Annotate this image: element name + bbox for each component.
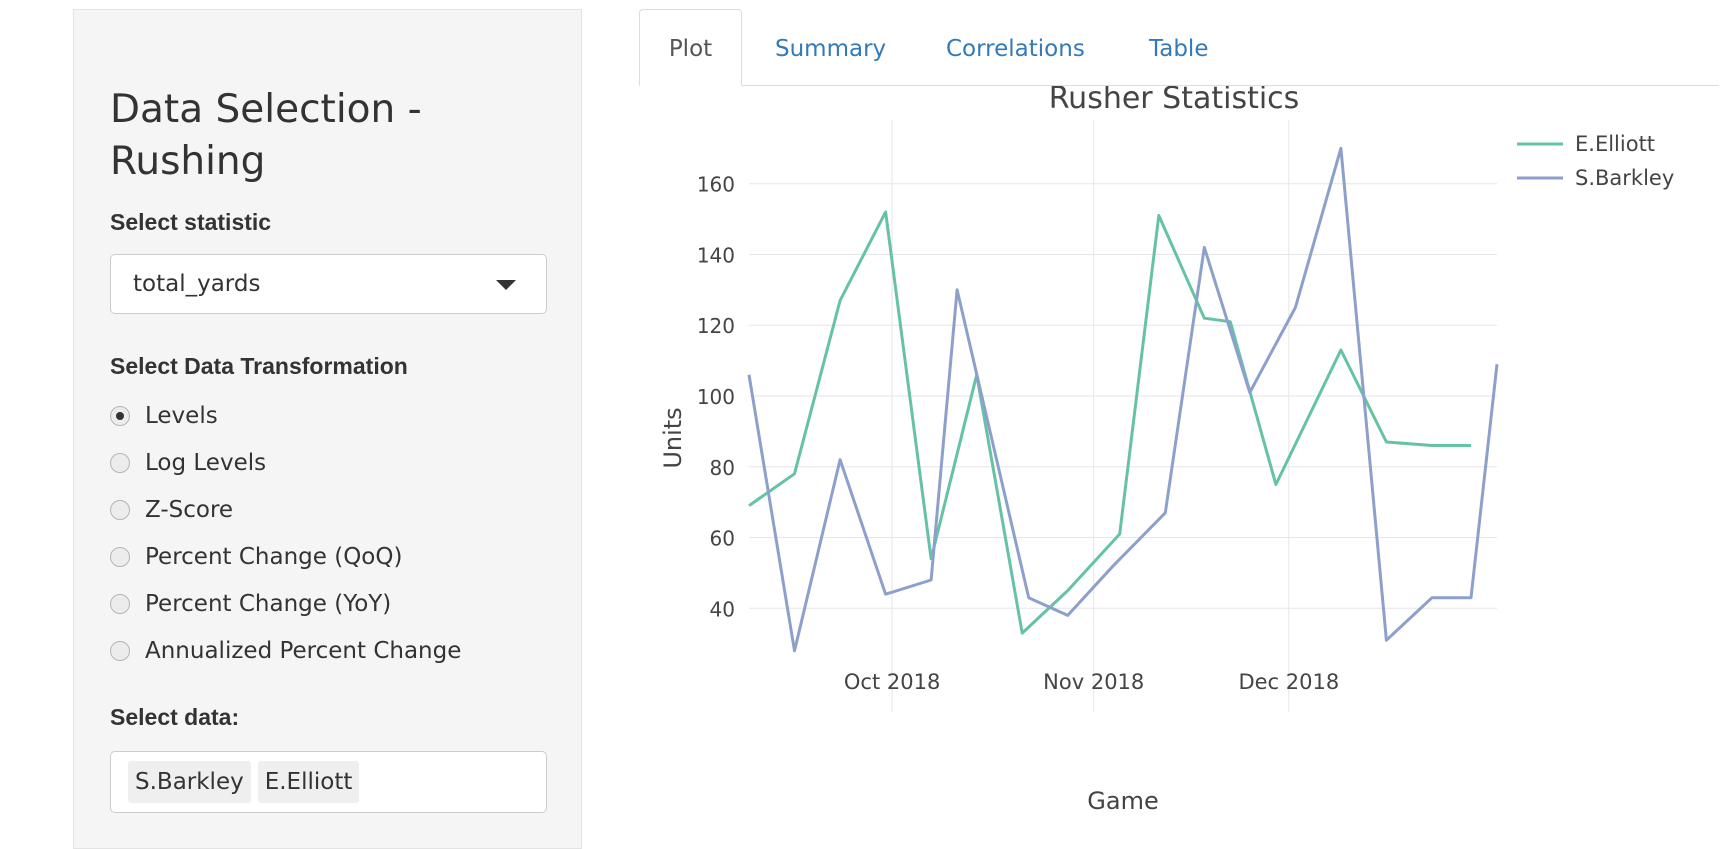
data-point-e-elliott[interactable]: [1465, 440, 1477, 452]
x-tick-label: Dec 2018: [1238, 670, 1339, 694]
data-point-e-elliott[interactable]: [1380, 436, 1392, 448]
radio-levels[interactable]: Levels: [110, 399, 218, 433]
chart-series[interactable]: [743, 142, 1503, 656]
radio-button[interactable]: [110, 406, 130, 426]
data-point-s-barkley[interactable]: [1426, 592, 1438, 604]
y-tick-label: 80: [710, 456, 735, 480]
data-point-e-elliott[interactable]: [743, 500, 755, 512]
data-multiselect-input[interactable]: S.Barkley E.Elliott: [110, 751, 547, 813]
series-line-s-barkley[interactable]: [747, 146, 1499, 653]
radio-label: Levels: [145, 403, 218, 429]
data-point-s-barkley[interactable]: [1159, 507, 1171, 519]
tab-plot[interactable]: Plot: [639, 9, 742, 86]
legend-label-e-elliott[interactable]: E.Elliott: [1575, 132, 1655, 156]
radio-label: Percent Change (YoY): [145, 591, 392, 617]
data-point-s-barkley[interactable]: [789, 645, 801, 657]
radio-button[interactable]: [110, 453, 130, 473]
data-point-s-barkley[interactable]: [1335, 142, 1347, 154]
tab-bar: Plot Summary Correlations Table: [639, 9, 1719, 86]
data-point-e-elliott[interactable]: [1335, 344, 1347, 356]
data-point-s-barkley[interactable]: [1107, 560, 1119, 572]
data-point-s-barkley[interactable]: [1062, 609, 1074, 621]
statistic-selected-value: total_yards: [133, 271, 261, 297]
legend-label-s-barkley[interactable]: S.Barkley: [1575, 166, 1674, 190]
data-point-s-barkley[interactable]: [1198, 241, 1210, 253]
x-tick-label: Oct 2018: [844, 670, 940, 694]
radio-button[interactable]: [110, 547, 130, 567]
radio-log-levels[interactable]: Log Levels: [110, 446, 266, 480]
data-point-s-barkley[interactable]: [925, 574, 937, 586]
transformation-label: Select Data Transformation: [110, 353, 408, 379]
radio-label: Z-Score: [145, 497, 234, 523]
data-point-s-barkley[interactable]: [880, 588, 892, 600]
y-tick-label: 60: [710, 527, 735, 551]
caret-down-icon: [496, 280, 516, 290]
selected-chip-elliott[interactable]: E.Elliott: [257, 761, 360, 803]
data-point-e-elliott[interactable]: [789, 468, 801, 480]
radio-button[interactable]: [110, 594, 130, 614]
x-tick-label: Nov 2018: [1043, 670, 1144, 694]
data-point-e-elliott[interactable]: [1426, 440, 1438, 452]
radio-label: Annualized Percent Change: [145, 638, 462, 664]
data-point-s-barkley[interactable]: [834, 454, 846, 466]
y-tick-label: 100: [697, 385, 735, 409]
data-point-s-barkley[interactable]: [951, 284, 963, 296]
chart-legend[interactable]: E.Elliott S.Barkley: [1517, 132, 1674, 190]
data-point-s-barkley[interactable]: [1491, 358, 1503, 370]
data-point-e-elliott[interactable]: [1016, 627, 1028, 639]
tab-summary[interactable]: Summary: [775, 9, 886, 86]
radio-label: Percent Change (QoQ): [145, 544, 403, 570]
statistic-dropdown[interactable]: total_yards: [110, 254, 547, 314]
x-axis-label: Game: [1087, 787, 1158, 815]
radio-button[interactable]: [110, 500, 130, 520]
rusher-statistics-chart[interactable]: 40 60 80 100 120 140 160 Oct 2018 Nov 2018 Dec 20…: [639, 86, 1719, 822]
select-statistic-label: Select statistic: [110, 209, 272, 235]
data-point-s-barkley[interactable]: [743, 369, 755, 381]
data-point-e-elliott[interactable]: [1062, 585, 1074, 597]
y-tick-label: 160: [697, 173, 735, 197]
data-point-s-barkley[interactable]: [1465, 592, 1477, 604]
data-point-s-barkley[interactable]: [1380, 634, 1392, 646]
data-point-e-elliott[interactable]: [1114, 528, 1126, 540]
y-tick-label: 120: [697, 314, 735, 338]
radio-button[interactable]: [110, 641, 130, 661]
data-point-e-elliott[interactable]: [880, 206, 892, 218]
sidebar-title: Data Selection - Rushing: [110, 87, 422, 184]
y-axis-label: Units: [659, 407, 687, 468]
select-data-label: Select data:: [110, 704, 240, 730]
data-point-s-barkley[interactable]: [1289, 302, 1301, 314]
selected-chip-barkley[interactable]: S.Barkley: [128, 761, 251, 803]
radio-label: Log Levels: [145, 450, 267, 476]
radio-annualized-percent-change[interactable]: Annualized Percent Change: [110, 634, 461, 668]
sidebar-panel: Data Selection - Rushing Select statisti…: [73, 9, 582, 849]
data-point-e-elliott[interactable]: [1270, 478, 1282, 490]
tab-correlations[interactable]: Correlations: [946, 9, 1085, 86]
y-tick-label: 140: [697, 243, 735, 267]
tab-table[interactable]: Table: [1149, 9, 1208, 86]
chart-title: Rusher Statistics: [1049, 86, 1300, 116]
data-point-s-barkley[interactable]: [1244, 386, 1256, 398]
radio-z-score[interactable]: Z-Score: [110, 493, 233, 527]
data-point-e-elliott[interactable]: [834, 294, 846, 306]
data-point-e-elliott[interactable]: [1198, 312, 1210, 324]
y-tick-label: 40: [710, 597, 735, 621]
radio-percent-change-yoy[interactable]: Percent Change (YoY): [110, 587, 391, 621]
data-point-e-elliott[interactable]: [1153, 210, 1165, 222]
radio-percent-change-qoq[interactable]: Percent Change (QoQ): [110, 540, 402, 574]
data-point-s-barkley[interactable]: [1023, 592, 1035, 604]
